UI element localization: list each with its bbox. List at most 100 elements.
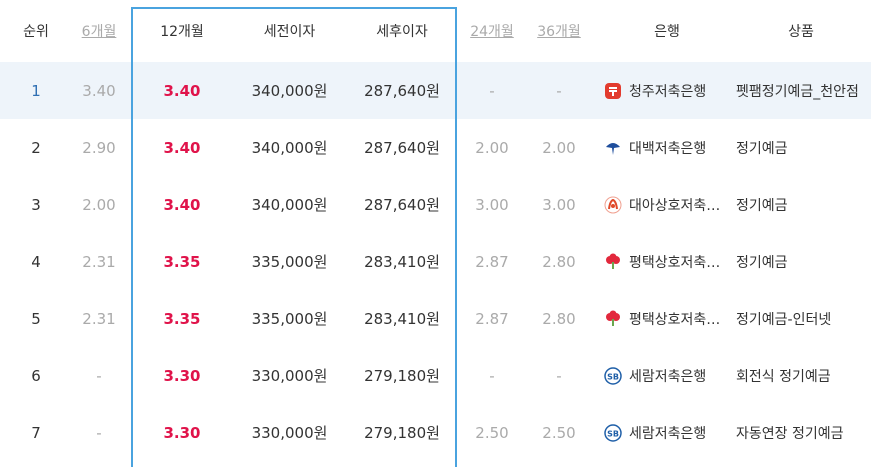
pyeongtaek-bank-icon [604, 253, 622, 271]
rate-6m-cell: - [96, 423, 102, 442]
pre-tax-interest-cell: 330,000원 [251, 424, 328, 442]
rate-24m-cell: - [489, 81, 495, 100]
bank-name: 세람저축은행 [629, 368, 707, 385]
pre-tax-interest-cell: 340,000원 [251, 139, 328, 157]
rate-36m-cell: 2.00 [542, 138, 576, 157]
rate-6m-cell: 2.31 [82, 252, 116, 271]
bank-name: 평택상호저축은행 [629, 254, 729, 271]
rate-6m-cell: 3.40 [82, 81, 116, 100]
post-tax-interest-cell: 279,180원 [364, 367, 440, 385]
header-post-tax: 세후이자 [376, 24, 428, 40]
post-tax-interest-cell: 287,640원 [364, 139, 440, 157]
rate-36m-cell: 2.50 [542, 423, 576, 442]
pyeongtaek-bank-icon [604, 310, 622, 328]
header-rank: 순위 [23, 24, 49, 40]
rank-cell: 3 [31, 195, 41, 214]
rate-24m-cell: 3.00 [475, 195, 509, 214]
post-tax-interest-cell: 283,410원 [364, 253, 440, 271]
bank-cell[interactable]: SB 세람저축은행 [604, 347, 730, 404]
product-name: 회전식 정기예금 [736, 368, 831, 385]
rate-12m-cell: 3.30 [163, 366, 201, 385]
table-header: 순위 6개월 12개월 세전이자 세후이자 24개월 36개월 은행 상품 [0, 0, 871, 63]
bank-name: 평택상호저축은행 [629, 311, 729, 328]
table-row[interactable]: 7 - 3.30 330,000원 279,180원 2.50 2.50 SB 세람저축은행 자동… [0, 404, 871, 461]
bank-name: 대백저축은행 [629, 140, 707, 157]
table-row[interactable]: 3 2.00 3.40 340,000원 287,640원 3.00 3.00 대아상호저축은… [0, 176, 871, 233]
rank-cell: 6 [31, 366, 41, 385]
product-cell[interactable]: 자동연장 정기예금 [736, 404, 866, 461]
rank-cell: 7 [31, 423, 41, 442]
header-6-months[interactable]: 6개월 [66, 0, 132, 62]
product-name: 정기예금 [736, 254, 788, 271]
product-cell[interactable]: 정기예금 [736, 233, 866, 290]
rank-cell: 5 [31, 309, 41, 328]
header-bank: 은행 [654, 24, 680, 40]
rate-6m-cell: - [96, 366, 102, 385]
svg-text:SB: SB [607, 429, 619, 438]
table-row[interactable]: 5 2.31 3.35 335,000원 283,410원 2.87 2.80 평택상호저축은… [0, 290, 871, 347]
bank-cell[interactable]: SB 세람저축은행 [604, 404, 730, 461]
rate-24m-cell: 2.87 [475, 252, 509, 271]
bank-cell[interactable]: 평택상호저축은행 [604, 290, 730, 347]
header-36-months[interactable]: 36개월 [526, 0, 592, 62]
rank-cell: 2 [31, 138, 41, 157]
pre-tax-interest-cell: 335,000원 [251, 310, 328, 328]
seram-bank-icon: SB [604, 366, 622, 385]
rate-12m-cell: 3.40 [163, 195, 201, 214]
bank-cell[interactable]: 대백저축은행 [604, 119, 730, 176]
product-cell[interactable]: 정기예금-인터넷 [736, 290, 866, 347]
product-cell[interactable]: 정기예금 [736, 176, 866, 233]
header-pre-tax: 세전이자 [263, 24, 316, 40]
rank-cell: 1 [31, 81, 41, 100]
rank-cell: 4 [31, 252, 41, 271]
bank-name: 대아상호저축은행 [629, 197, 729, 214]
rate-24m-cell: 2.00 [475, 138, 509, 157]
header-product: 상품 [788, 24, 814, 40]
svg-text:SB: SB [607, 372, 619, 381]
rate-12m-cell: 3.30 [163, 423, 201, 442]
post-tax-interest-cell: 283,410원 [364, 310, 440, 328]
pre-tax-interest-cell: 340,000원 [251, 196, 328, 214]
pre-tax-interest-cell: 335,000원 [251, 253, 328, 271]
table-row[interactable]: 2 2.90 3.40 340,000원 287,640원 2.00 2.00 대백저축은행 정… [0, 119, 871, 176]
product-name: 정기예금 [736, 140, 788, 157]
rate-36m-cell: 2.80 [542, 252, 576, 271]
rate-24m-cell: 2.50 [475, 423, 509, 442]
product-cell[interactable]: 회전식 정기예금 [736, 347, 866, 404]
bank-name: 세람저축은행 [629, 425, 707, 442]
bank-name: 청주저축은행 [629, 83, 707, 100]
pre-tax-interest-cell: 340,000원 [251, 82, 328, 100]
bank-cell[interactable]: 평택상호저축은행 [604, 233, 730, 290]
product-cell[interactable]: 펫팸정기예금_천안점 [736, 62, 866, 119]
rate-36m-cell: - [556, 366, 562, 385]
table-row[interactable]: 1 3.40 3.40 340,000원 287,640원 - - 청주저축은행 펫팸정기예금_… [0, 62, 871, 119]
rate-6m-cell: 2.00 [82, 195, 116, 214]
rate-12m-cell: 3.35 [163, 309, 201, 328]
daebaek-bank-icon [604, 139, 622, 157]
header-24-months[interactable]: 24개월 [458, 0, 526, 62]
rate-12m-cell: 3.40 [163, 138, 201, 157]
cheongju-bank-icon [604, 82, 622, 100]
rate-24m-cell: - [489, 366, 495, 385]
table-row[interactable]: 6 - 3.30 330,000원 279,180원 - - SB 세람저축은행 회전식 정기예금 [0, 347, 871, 404]
rate-6m-cell: 2.90 [82, 138, 116, 157]
rate-6m-cell: 2.31 [82, 309, 116, 328]
rate-36m-cell: 2.80 [542, 309, 576, 328]
pre-tax-interest-cell: 330,000원 [251, 367, 328, 385]
bank-cell[interactable]: 청주저축은행 [604, 62, 730, 119]
post-tax-interest-cell: 279,180원 [364, 424, 440, 442]
post-tax-interest-cell: 287,640원 [364, 196, 440, 214]
daea-bank-icon [604, 196, 622, 214]
product-name: 자동연장 정기예금 [736, 425, 844, 442]
product-cell[interactable]: 정기예금 [736, 119, 866, 176]
bank-cell[interactable]: 대아상호저축은행 [604, 176, 730, 233]
rate-12m-cell: 3.35 [163, 252, 201, 271]
rate-12m-cell: 3.40 [163, 81, 201, 100]
post-tax-interest-cell: 287,640원 [364, 82, 440, 100]
rate-24m-cell: 2.87 [475, 309, 509, 328]
product-name: 정기예금-인터넷 [736, 311, 832, 328]
table-row[interactable]: 4 2.31 3.35 335,000원 283,410원 2.87 2.80 평택상호저축은… [0, 233, 871, 290]
product-name: 정기예금 [736, 197, 788, 214]
rate-36m-cell: 3.00 [542, 195, 576, 214]
rate-36m-cell: - [556, 81, 562, 100]
